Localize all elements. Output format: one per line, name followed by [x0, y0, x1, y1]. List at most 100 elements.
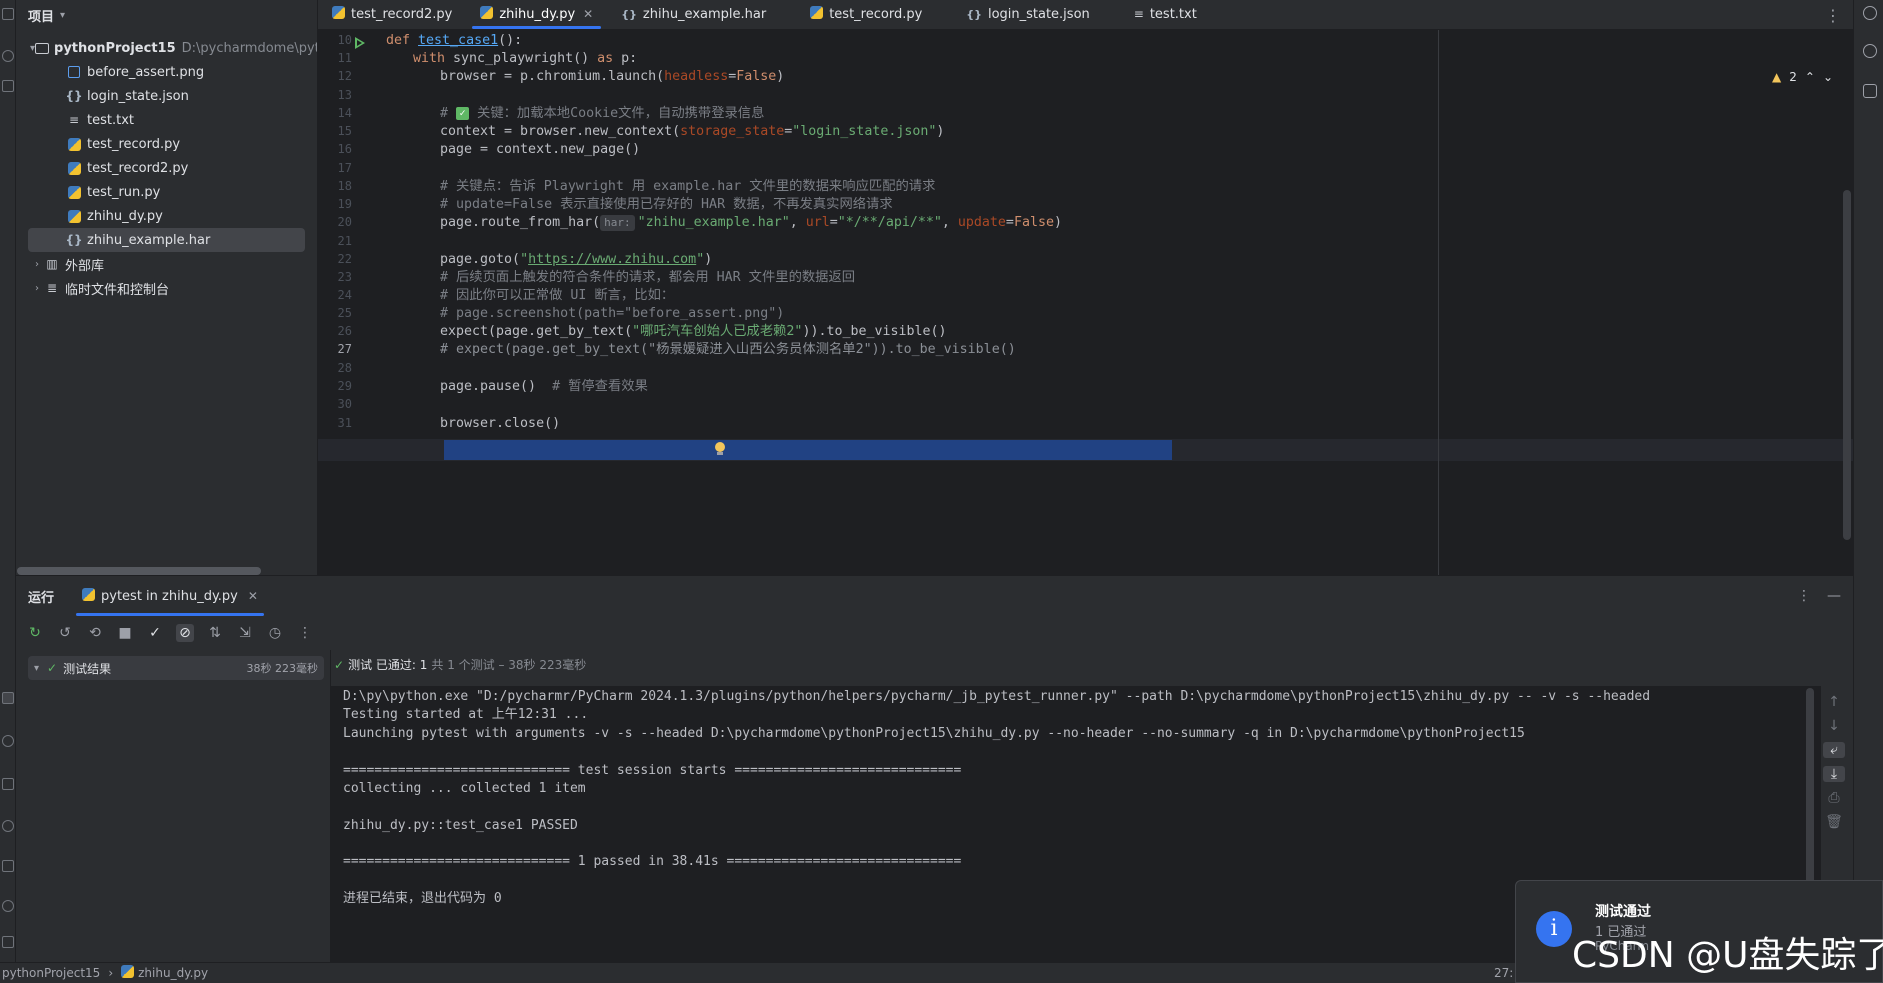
stop-icon[interactable]: ■ — [116, 624, 134, 642]
line-number[interactable]: 27 — [318, 342, 352, 356]
tab-test-record2[interactable]: test_record2.py — [318, 0, 466, 29]
line-number[interactable]: 20 — [318, 215, 352, 229]
tree-scratches[interactable]: › ≣ 临时文件和控制台 — [16, 276, 317, 300]
line-number[interactable]: 17 — [318, 161, 352, 175]
more-vertical-icon[interactable]: ⋮ — [1797, 588, 1811, 604]
arrow-down-icon[interactable]: ↓ — [1828, 718, 1840, 734]
line-number[interactable]: 13 — [318, 88, 352, 102]
line-number[interactable]: 21 — [318, 234, 352, 248]
line-number[interactable]: 28 — [318, 361, 352, 375]
line-number[interactable]: 10 — [318, 33, 352, 47]
structure-tool-icon[interactable] — [2, 80, 14, 92]
todo-icon[interactable] — [2, 936, 14, 948]
tree-root-folder[interactable]: ▾ pythonProject15 D:\pycharmdome\pythonP… — [16, 36, 317, 60]
ai-assistant-icon[interactable] — [1863, 44, 1877, 58]
terminal-icon[interactable] — [2, 778, 14, 790]
tab-login-state[interactable]: {} login_state.json — [952, 0, 1103, 29]
chevron-right-icon[interactable]: › — [30, 259, 44, 270]
project-horizontal-scrollbar[interactable] — [17, 567, 261, 575]
cursor-position[interactable]: 27: — [1494, 966, 1513, 980]
breadcrumb-file[interactable]: zhihu_dy.py — [138, 966, 208, 980]
code-editor[interactable]: 10 11 12 13 14 15 16 17 18 19 20 21 22 23 24 25 26 27 28 29… — [318, 30, 1853, 575]
test-results-root[interactable]: ▾ ✓ 测试结果 38秒 223毫秒 — [28, 656, 324, 680]
test-history-icon[interactable]: ◷ — [266, 624, 284, 642]
line-number[interactable]: 29 — [318, 379, 352, 393]
tab-zhihu-dy[interactable]: zhihu_dy.py ✕ — [466, 0, 607, 29]
print-icon[interactable]: ⎙ — [1828, 790, 1839, 806]
arrow-up-icon[interactable]: ↑ — [1828, 694, 1840, 710]
scroll-to-end-icon[interactable]: ⤓ — [1823, 766, 1845, 782]
more-vertical-icon[interactable]: ⋮ — [1825, 6, 1841, 25]
line-number[interactable]: 23 — [318, 270, 352, 284]
editor-vertical-scrollbar[interactable] — [1843, 190, 1851, 540]
chevron-down-icon[interactable]: ▾ — [60, 10, 65, 21]
tab-test-txt[interactable]: ≡ test.txt — [1120, 0, 1211, 29]
watermark: CSDN @U盘失踪了 — [1572, 935, 1883, 976]
line-number[interactable]: 15 — [318, 124, 352, 138]
test-status-passed: 测试 已通过: 1 — [348, 658, 428, 672]
services-icon[interactable] — [2, 900, 14, 912]
more-vertical-icon[interactable]: ⋮ — [296, 624, 314, 642]
close-icon[interactable]: ✕ — [248, 589, 258, 603]
breadcrumb-project[interactable]: pythonProject15 — [2, 966, 100, 980]
rerun-icon[interactable]: ↻ — [26, 624, 44, 642]
json-file-icon: {} — [65, 89, 83, 103]
tree-external-libraries[interactable]: › ▥ 外部库 — [16, 252, 317, 276]
line-number[interactable]: 18 — [318, 179, 352, 193]
tree-file-before-assert[interactable]: before_assert.png — [16, 60, 317, 84]
tree-file-test-record[interactable]: test_record.py — [16, 132, 317, 156]
line-number[interactable]: 25 — [318, 306, 352, 320]
line-number[interactable]: 22 — [318, 252, 352, 266]
run-tool-icon[interactable] — [2, 692, 14, 704]
test-results-tree: ▾ ✓ 测试结果 38秒 223毫秒 — [16, 650, 331, 963]
trash-icon[interactable]: 🗑 — [1825, 814, 1843, 830]
close-icon[interactable]: ✕ — [583, 7, 593, 21]
chevron-down-icon[interactable]: ▾ — [34, 663, 39, 674]
tree-file-test-run[interactable]: test_run.py — [16, 180, 317, 204]
git-icon[interactable] — [2, 860, 14, 872]
toggle-auto-test-icon[interactable]: ⟲ — [86, 624, 104, 642]
line-number[interactable]: 26 — [318, 324, 352, 338]
line-number[interactable]: 14 — [318, 106, 352, 120]
soft-wrap-icon[interactable]: ⤶ — [1823, 742, 1845, 758]
minimize-icon[interactable]: — — [1827, 588, 1841, 604]
code-area[interactable]: def test_case1(): with sync_playwright()… — [386, 30, 1786, 575]
project-tool-icon[interactable] — [2, 8, 14, 20]
sort-by-duration-icon[interactable]: ⇲ — [236, 624, 254, 642]
line-number[interactable]: 30 — [318, 397, 352, 411]
chevron-up-icon[interactable]: ⌃ — [1805, 70, 1815, 84]
inspection-widget[interactable]: ▲ 2 ⌃ ⌄ — [1772, 70, 1833, 84]
line-number[interactable]: 12 — [318, 69, 352, 83]
tree-file-zhihu-dy[interactable]: zhihu_dy.py — [16, 204, 317, 228]
show-ignored-icon[interactable]: ⊘ — [176, 624, 194, 642]
tree-file-login-state[interactable]: {} login_state.json — [16, 84, 317, 108]
tree-file-label: test_record2.py — [87, 160, 189, 176]
line-number[interactable]: 31 — [318, 416, 352, 430]
run-tab-pytest[interactable]: pytest in zhihu_dy.py ✕ — [72, 576, 268, 616]
notifications-icon[interactable] — [1863, 6, 1877, 20]
line-number[interactable]: 16 — [318, 142, 352, 156]
tree-file-zhihu-example-har[interactable]: {} zhihu_example.har — [28, 228, 305, 252]
line-number[interactable]: 19 — [318, 197, 352, 211]
show-passed-icon[interactable]: ✓ — [146, 624, 164, 642]
tree-file-test-txt[interactable]: ≡ test.txt — [16, 108, 317, 132]
line-number[interactable]: 24 — [318, 288, 352, 302]
test-status-summary: 共 1 个测试 – 38秒 223毫秒 — [431, 658, 587, 672]
sort-alphabetically-icon[interactable]: ⇅ — [206, 624, 224, 642]
tab-zhihu-example-har[interactable]: {} zhihu_example.har — [607, 0, 780, 29]
line-number[interactable]: 11 — [318, 51, 352, 65]
url-link[interactable]: https://www.zhihu.com — [528, 252, 696, 267]
check-icon: ✓ — [456, 106, 470, 120]
commit-tool-icon[interactable] — [2, 50, 14, 62]
tab-test-record[interactable]: test_record.py — [796, 0, 936, 29]
editor-gutter[interactable]: 10 11 12 13 14 15 16 17 18 19 20 21 22 23 24 25 26 27 28 29… — [318, 30, 386, 575]
chevron-right-icon[interactable]: › — [30, 283, 44, 294]
tree-file-test-record2[interactable]: test_record2.py — [16, 156, 317, 180]
chevron-down-icon[interactable]: ⌄ — [1823, 70, 1833, 84]
run-test-icon[interactable] — [355, 37, 365, 49]
python-console-icon[interactable] — [2, 735, 14, 747]
rerun-failed-icon[interactable]: ↺ — [56, 624, 74, 642]
database-icon[interactable] — [1863, 84, 1877, 98]
project-panel-header[interactable]: 项目 ▾ — [16, 0, 317, 30]
problems-icon[interactable] — [2, 820, 14, 832]
